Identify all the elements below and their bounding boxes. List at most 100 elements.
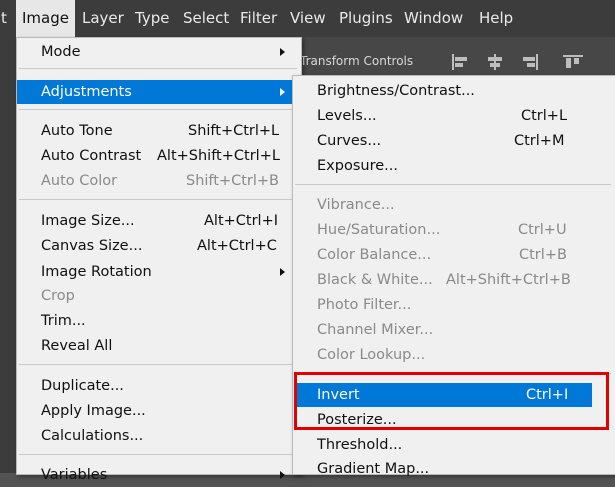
menu-item-shortcut: Alt+Shift+Ctrl+L [157,148,280,164]
menu-item-shortcut: Shift+Ctrl+L [188,123,280,139]
menu-separator [295,373,611,374]
menu-item-color-lookup: Color Lookup... [293,343,613,367]
menu-item-canvas-size[interactable]: Canvas Size... Alt+Ctrl+C [17,234,299,258]
menu-item-image-rotation[interactable]: Image Rotation [17,260,299,284]
submenu-arrow-icon [280,48,285,56]
menu-item-label: Brightness/Contrast... [317,83,475,99]
menu-item-label: Mode [41,44,81,60]
menu-item-label: Auto Contrast [41,148,142,164]
menu-item-invert[interactable]: Invert Ctrl+I [296,383,592,407]
submenu-arrow-icon [280,88,285,96]
menu-item-label: Invert [317,387,360,403]
menu-item-label: Channel Mixer... [317,322,434,338]
menu-window[interactable]: Window [404,0,463,37]
align-top-icon[interactable] [562,53,584,71]
menu-item-label: Curves... [317,133,382,149]
menu-item-shortcut: Alt+Ctrl+I [204,213,279,229]
menu-item-auto-contrast[interactable]: Auto Contrast Alt+Shift+Ctrl+L [17,144,299,168]
menu-item-shortcut: Ctrl+I [526,387,569,403]
menu-separator [19,364,297,365]
menu-item-vibrance: Vibrance... [293,193,613,217]
menu-item-shortcut: Shift+Ctrl+B [186,173,280,189]
align-left-icon[interactable] [450,53,472,71]
menu-view[interactable]: View [290,0,326,37]
menu-item-label: Crop [41,288,75,304]
menu-separator [19,109,297,110]
menu-item-exposure[interactable]: Exposure... [293,154,613,178]
menu-item-label: Levels... [317,108,377,124]
menu-item-calculations[interactable]: Calculations... [17,424,299,448]
menu-item-label: Auto Tone [41,123,113,139]
menu-separator [19,454,297,455]
menu-item-label: Calculations... [41,428,144,444]
menu-item-hue-saturation: Hue/Saturation... Ctrl+U [293,218,613,242]
menu-item-label: Image Rotation [41,264,152,280]
submenu-arrow-icon [280,471,285,479]
menu-filter[interactable]: Filter [240,0,277,37]
menu-item-shortcut: Alt+Ctrl+C [197,238,277,254]
menu-item-threshold[interactable]: Threshold... [293,433,613,457]
menu-plugins[interactable]: Plugins [339,0,393,37]
menu-item-image-size[interactable]: Image Size... Alt+Ctrl+I [17,209,299,233]
menu-item-label: Exposure... [317,158,398,174]
menu-item-adjustments[interactable]: Adjustments [17,80,299,104]
menu-item-auto-tone[interactable]: Auto Tone Shift+Ctrl+L [17,119,299,143]
menu-item-label: Vibrance... [317,197,395,213]
menu-item-crop: Crop [17,284,299,308]
menu-item-label: Threshold... [317,437,403,453]
menu-item-label: Apply Image... [41,403,146,419]
menu-item-label: Image Size... [41,213,135,229]
menu-item-shortcut: Ctrl+M [514,133,565,149]
menu-item-reveal-all[interactable]: Reveal All [17,334,299,358]
menu-item-auto-color: Auto Color Shift+Ctrl+B [17,169,299,193]
menu-item-posterize[interactable]: Posterize... [293,408,613,432]
align-right-icon[interactable] [518,53,540,71]
menu-bar: t Image Layer Type Select Filter View Pl… [0,0,615,37]
menu-image[interactable]: Image [16,0,75,37]
menu-layer[interactable]: Layer [82,0,124,37]
menu-separator [19,199,297,200]
menu-item-label: Hue/Saturation... [317,222,441,238]
submenu-arrow-icon [280,268,285,276]
menu-item-curves[interactable]: Curves... Ctrl+M [293,129,613,153]
image-menu: Mode Adjustments Auto Tone Shift+Ctrl+L … [16,37,302,483]
menu-item-brightness-contrast[interactable]: Brightness/Contrast... [293,79,613,103]
menu-item-black-white: Black & White... Alt+Shift+Ctrl+B [293,268,613,292]
menu-item-trim[interactable]: Trim... [17,309,299,333]
menu-item-shortcut: Ctrl+U [518,222,567,238]
menu-item-shortcut: Ctrl+L [521,108,568,124]
menu-separator [295,184,611,185]
menu-item-variables[interactable]: Variables [17,463,299,487]
menu-item-levels[interactable]: Levels... Ctrl+L [293,104,613,128]
menu-item-photo-filter: Photo Filter... [293,293,613,317]
menu-type[interactable]: Type [135,0,169,37]
menu-item-gradient-map[interactable]: Gradient Map... [293,457,613,481]
menu-item-duplicate[interactable]: Duplicate... [17,374,299,398]
menu-item-shortcut: Alt+Shift+Ctrl+B [446,272,571,288]
menu-item-label: Color Lookup... [317,347,426,363]
menu-item-label: Color Balance... [317,247,432,263]
menu-item-label: Gradient Map... [317,461,430,477]
menu-item-label: Duplicate... [41,378,124,394]
align-center-icon[interactable] [484,53,506,71]
menu-item-channel-mixer: Channel Mixer... [293,318,613,342]
menu-item-label: Reveal All [41,338,113,354]
transform-controls-label[interactable]: Transform Controls [300,54,413,68]
menu-item-apply-image[interactable]: Apply Image... [17,399,299,423]
left-tool-edge [0,37,16,473]
menu-select[interactable]: Select [183,0,229,37]
menu-item-label: Trim... [41,313,86,329]
menu-item-label: Variables [41,467,108,483]
menu-item-color-balance: Color Balance... Ctrl+B [293,243,613,267]
menu-item-label: Black & White... [317,272,433,288]
adjustments-submenu: Brightness/Contrast... Levels... Ctrl+L … [292,75,615,477]
menu-item-label: Posterize... [317,412,397,428]
menu-item-label: Adjustments [41,84,132,100]
menu-help[interactable]: Help [479,0,513,37]
menu-separator [19,68,297,69]
menu-item-mode[interactable]: Mode [17,40,299,64]
menu-truncated-item[interactable]: t [1,0,7,37]
menu-item-label: Auto Color [41,173,118,189]
menu-item-label: Photo Filter... [317,297,412,313]
menu-item-shortcut: Ctrl+B [519,247,567,263]
